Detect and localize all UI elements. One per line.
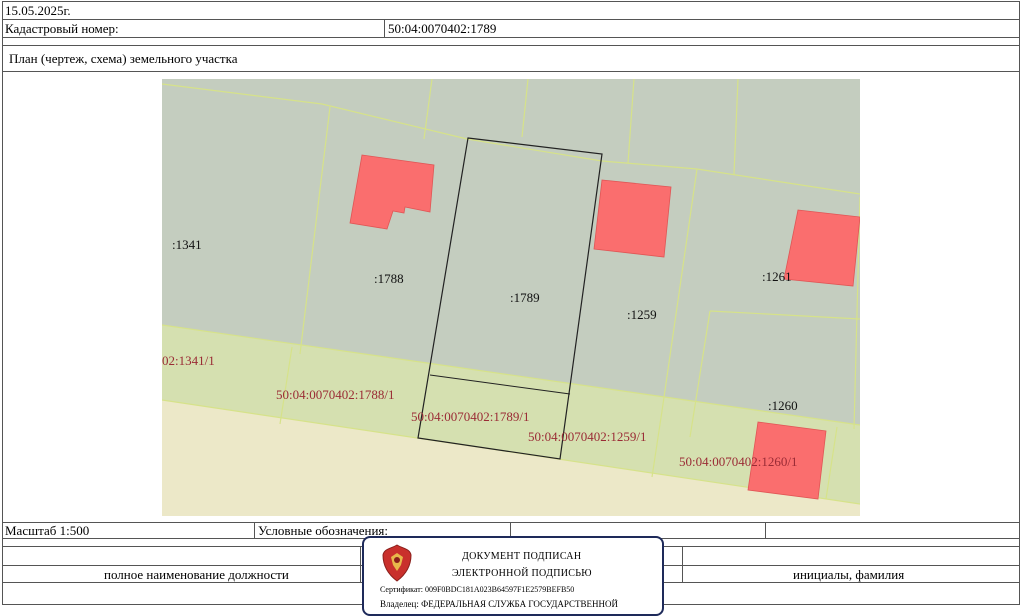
part-label-1789: 50:04:0070402:1789/1 (411, 409, 529, 424)
parcel-label-1261: :1261 (762, 269, 792, 284)
parcel-label-1789: :1789 (510, 290, 540, 305)
cadastral-number-value: 50:04:0070402:1789 (388, 21, 497, 36)
cadastral-divider (384, 19, 385, 38)
emblem-icon (382, 544, 412, 582)
part-label-1259: 50:04:0070402:1259/1 (528, 429, 646, 444)
cadastral-row (2, 19, 1020, 38)
stamp-certificate: Сертификат: 009F0BDC181A023B64597F1E2579… (380, 585, 575, 594)
part-label-1788: 50:04:0070402:1788/1 (276, 387, 394, 402)
cadastral-map: :1341 :1788 :1789 :1259 :1261 :1260 02:1… (162, 79, 860, 516)
stamp-title: ДОКУМЕНТ ПОДПИСАН (462, 551, 582, 562)
signature-divider-left (360, 546, 361, 583)
stamp-subtitle: ЭЛЕКТРОННОЙ ПОДПИСЬЮ (452, 568, 592, 579)
signature-divider-right (682, 546, 683, 583)
electronic-signature-stamp: ДОКУМЕНТ ПОДПИСАН ЭЛЕКТРОННОЙ ПОДПИСЬЮ С… (362, 536, 664, 616)
part-label-1260: 50:04:0070402:1260/1 (679, 454, 797, 469)
parcel-label-1259: :1259 (627, 307, 657, 322)
cadastral-number-label: Кадастровый номер: (5, 21, 119, 36)
building-1259 (593, 179, 672, 258)
part-label-1341: 02:1341/1 (162, 353, 215, 368)
stamp-owner: Владелец: ФЕДЕРАЛЬНАЯ СЛУЖБА ГОСУДАРСТВЕ… (380, 599, 619, 609)
name-label: инициалы, фамилия (793, 567, 905, 582)
scale-divider-1 (254, 522, 255, 539)
position-label: полное наименование должности (104, 567, 289, 582)
plan-title: План (чертеж, схема) земельного участка (9, 51, 238, 66)
scale-divider-3 (765, 522, 766, 539)
date-row (2, 1, 1020, 20)
parcel-label-1341: :1341 (172, 237, 202, 252)
cadastral-map-svg: :1341 :1788 :1789 :1259 :1261 :1260 02:1… (162, 79, 860, 516)
building-1261 (783, 209, 860, 287)
map-scale: Масштаб 1:500 (5, 523, 90, 538)
document-date: 15.05.2025г. (5, 3, 71, 18)
parcel-label-1260: :1260 (768, 398, 798, 413)
parcel-label-1788: :1788 (374, 271, 404, 286)
